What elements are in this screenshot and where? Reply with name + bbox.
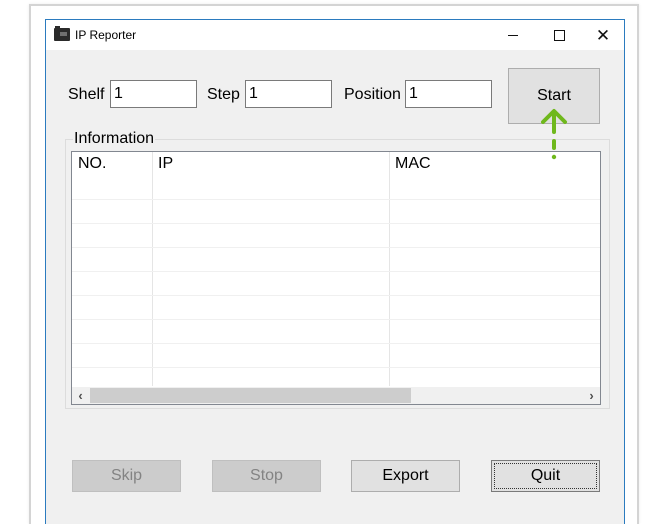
column-separator[interactable]	[389, 152, 390, 386]
skip-button[interactable]: Skip	[72, 460, 181, 492]
column-separator[interactable]	[152, 152, 153, 386]
export-button-label: Export	[382, 467, 429, 484]
window-title: IP Reporter	[75, 28, 137, 42]
maximize-button[interactable]	[536, 20, 582, 50]
close-icon: ✕	[595, 25, 611, 45]
information-list[interactable]: NO. IP MAC ‹ ›	[71, 151, 601, 405]
start-button-label: Start	[537, 87, 571, 104]
start-button[interactable]: Start	[508, 68, 600, 124]
quit-button[interactable]: Quit	[491, 460, 600, 492]
position-label: Position	[344, 86, 401, 103]
scroll-left-icon[interactable]: ‹	[72, 387, 89, 404]
step-input[interactable]	[245, 80, 332, 108]
app-icon	[54, 26, 70, 41]
step-label: Step	[207, 86, 240, 103]
maximize-icon	[553, 29, 565, 41]
minimize-icon	[508, 34, 518, 36]
horizontal-scrollbar[interactable]: ‹ ›	[72, 387, 600, 404]
skip-button-label: Skip	[110, 467, 143, 484]
column-header-ip[interactable]: IP	[152, 152, 389, 176]
scrollbar-thumb[interactable]	[90, 388, 411, 403]
ip-reporter-window: IP Reporter ✕ Shelf Step Position Start …	[45, 19, 625, 524]
information-legend: Information	[73, 130, 156, 148]
minimize-button[interactable]	[490, 20, 536, 50]
stop-button-label: Stop	[250, 467, 283, 484]
grid-line	[72, 223, 600, 224]
grid-line	[72, 199, 600, 200]
column-header-no[interactable]: NO.	[72, 152, 152, 176]
title-bar[interactable]: IP Reporter ✕	[46, 20, 624, 50]
scroll-right-icon[interactable]: ›	[583, 387, 600, 404]
grid-line	[72, 367, 600, 368]
stop-button[interactable]: Stop	[212, 460, 321, 492]
shelf-label: Shelf	[68, 86, 105, 103]
close-button[interactable]: ✕	[580, 20, 626, 50]
grid-line	[72, 319, 600, 320]
column-header-mac[interactable]: MAC	[389, 152, 600, 176]
grid-line	[72, 343, 600, 344]
grid-line	[72, 295, 600, 296]
position-input[interactable]	[405, 80, 492, 108]
grid-line	[72, 271, 600, 272]
shelf-input[interactable]	[110, 80, 197, 108]
export-button[interactable]: Export	[351, 460, 460, 492]
grid-line	[72, 247, 600, 248]
quit-button-label: Quit	[530, 467, 561, 484]
